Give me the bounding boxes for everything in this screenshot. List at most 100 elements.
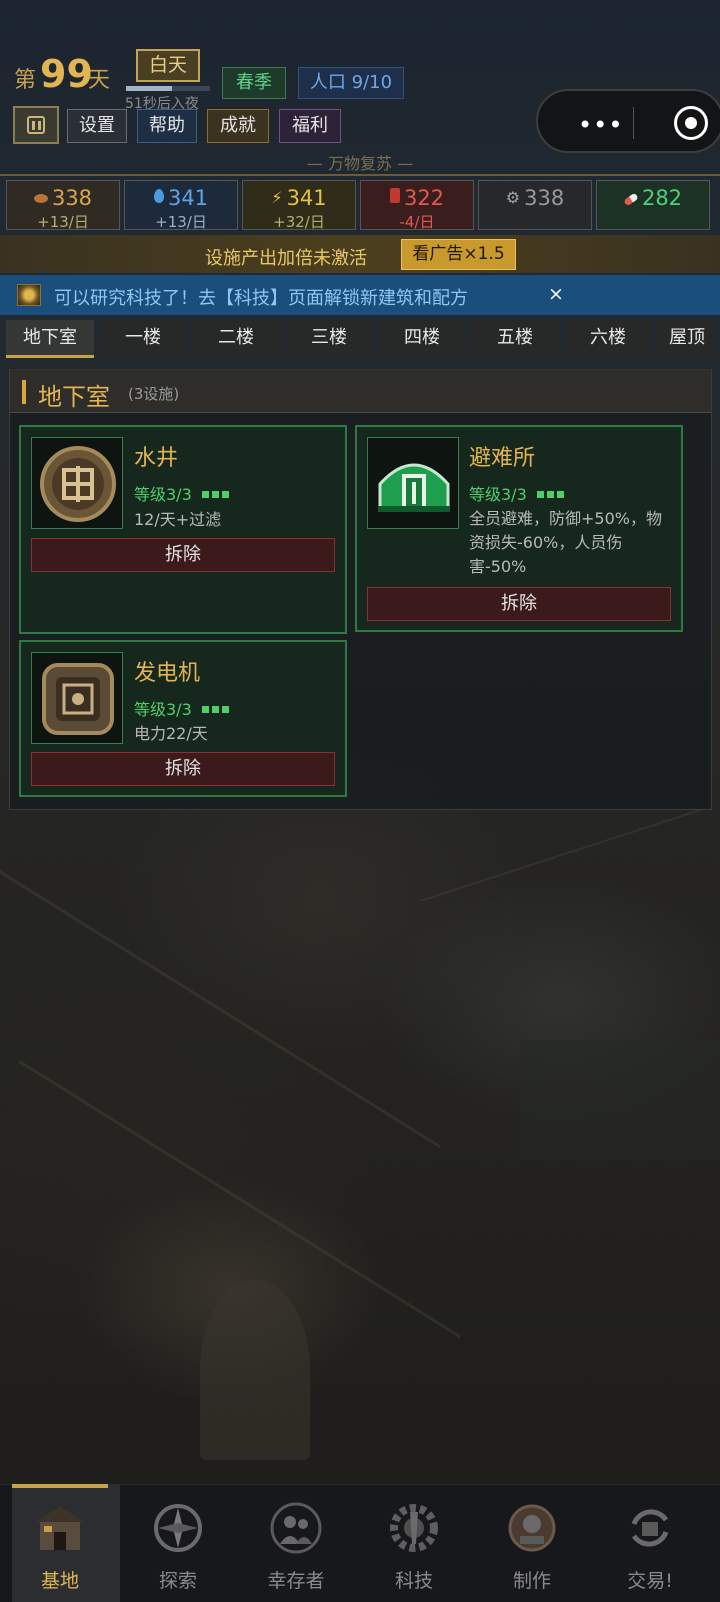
- facility-level: 等级3/3: [469, 481, 567, 505]
- survivors-icon[interactable]: [266, 1498, 326, 1558]
- capsule-divider: [633, 107, 634, 139]
- daytime-progress-bar: [126, 86, 210, 91]
- shelter-icon: [367, 437, 459, 529]
- craft-icon[interactable]: [502, 1498, 562, 1558]
- day-counter: 99: [40, 52, 93, 96]
- achievements-button[interactable]: 成就: [207, 109, 269, 143]
- medicine-icon: [623, 184, 639, 208]
- season-badge: 春季: [222, 67, 286, 99]
- nav-label[interactable]: 基地: [5, 1566, 115, 1593]
- facility-level-text: 等级3/3: [134, 485, 192, 504]
- background-scene: [420, 807, 706, 902]
- food-icon: [33, 184, 48, 208]
- resource-amount: 338: [524, 186, 565, 210]
- mini-program-capsule: •••: [536, 89, 720, 153]
- resource-rate: +13/日: [155, 213, 207, 231]
- day-suffix: 天: [88, 68, 111, 93]
- more-options-icon[interactable]: •••: [578, 111, 623, 139]
- facility-level: 等级3/3: [134, 696, 232, 720]
- resource-medicine: 282: [596, 180, 710, 230]
- header-divider: [0, 174, 720, 176]
- facility-level-text: 等级3/3: [469, 485, 527, 504]
- background-scene: [200, 1280, 310, 1460]
- floor-tab[interactable]: 屋顶: [657, 320, 717, 358]
- welfare-button[interactable]: 福利: [279, 109, 341, 143]
- facility-description: 全员避难，防御+50%，物资损失-60%，人员伤害-50%: [469, 509, 662, 576]
- floor-tab[interactable]: 六楼: [564, 320, 652, 358]
- floor-tab[interactable]: 二楼: [192, 320, 280, 358]
- nav-label[interactable]: 交易!: [595, 1566, 705, 1593]
- close-icon[interactable]: ×: [548, 283, 564, 305]
- panel-header: [10, 369, 711, 413]
- daytime-badge: 白天: [136, 49, 200, 82]
- pause-icon: [27, 116, 45, 134]
- energy-icon: ⚡: [271, 188, 283, 207]
- help-button[interactable]: 帮助: [137, 109, 197, 143]
- resource-water: 341 +13/日: [124, 180, 238, 231]
- floor-tab[interactable]: 四楼: [378, 320, 466, 358]
- nav-label[interactable]: 探索: [123, 1566, 233, 1593]
- daytime-progress-fill: [126, 86, 173, 91]
- water-icon: [153, 184, 164, 208]
- facility-description: 电力22/天: [134, 724, 208, 743]
- base-icon[interactable]: [30, 1498, 90, 1558]
- resource-value: ⚡ 341: [243, 184, 355, 210]
- resource-value: 338: [7, 184, 119, 210]
- close-mini-program-icon[interactable]: [674, 106, 708, 140]
- resource-amount: 282: [641, 186, 683, 210]
- resource-energy: ⚡ 341 +32/日: [242, 180, 356, 231]
- population-badge: 人口 9/10: [298, 67, 404, 99]
- resource-amount: 341: [286, 186, 327, 210]
- pause-button[interactable]: [13, 106, 59, 144]
- demolish-button[interactable]: 拆除: [31, 538, 335, 572]
- level-pips: [201, 483, 232, 502]
- level-pips: [536, 483, 567, 502]
- resource-amount: 338: [51, 186, 93, 210]
- resource-amount: 322: [403, 186, 445, 210]
- watch-ad-button[interactable]: 看广告×1.5: [401, 239, 516, 270]
- settings-button[interactable]: 设置: [67, 109, 127, 143]
- gear-icon: ⚙: [505, 188, 521, 207]
- resource-rate: +13/日: [37, 213, 89, 231]
- ad-banner-text: 设施产出加倍未激活: [205, 248, 367, 269]
- level-pips: [201, 698, 232, 717]
- demolish-button[interactable]: 拆除: [367, 587, 671, 621]
- resource-rate: +32/日: [273, 213, 325, 231]
- resource-amount: 341: [167, 186, 209, 210]
- research-icon: [17, 284, 41, 306]
- resource-gear: ⚙ 338: [478, 180, 592, 230]
- panel-accent-bar: [22, 380, 26, 404]
- research-banner-text[interactable]: 可以研究科技了！去【科技】页面解锁新建筑和配方: [54, 284, 468, 310]
- season-slogan: — 万物复苏 —: [306, 154, 414, 173]
- compass-icon[interactable]: [148, 1498, 208, 1558]
- tech-icon[interactable]: [384, 1498, 444, 1558]
- facility-level: 等级3/3: [134, 481, 232, 505]
- nav-label[interactable]: 幸存者: [241, 1566, 351, 1593]
- nav-label[interactable]: 科技: [359, 1566, 469, 1593]
- floor-tab[interactable]: 地下室: [6, 320, 94, 358]
- background-scene: [520, 1040, 720, 1160]
- resource-value: 341: [125, 184, 237, 210]
- facility-name: 水井: [134, 446, 179, 471]
- resource-value: 282: [597, 184, 709, 210]
- facility-count: (3设施): [128, 385, 180, 403]
- facility-name: 避难所: [469, 446, 536, 471]
- resource-rate: -4/日: [399, 213, 435, 231]
- facility-name: 发电机: [134, 661, 201, 686]
- facility-description: 12/天+过滤: [134, 510, 222, 529]
- facility-level-text: 等级3/3: [134, 700, 192, 719]
- trade-icon[interactable]: [620, 1498, 680, 1558]
- resource-food: 338 +13/日: [6, 180, 120, 231]
- panel-title: 地下室: [38, 383, 110, 411]
- resource-value: ⚙ 338: [479, 184, 591, 210]
- background-scene: [0, 870, 441, 1149]
- generator-icon: [31, 652, 123, 744]
- floor-tab[interactable]: 五楼: [471, 320, 559, 358]
- fuel-icon: [389, 184, 400, 208]
- nav-active-indicator: [12, 1484, 108, 1488]
- floor-tab[interactable]: 三楼: [285, 320, 373, 358]
- day-prefix: 第: [14, 68, 37, 93]
- nav-label[interactable]: 制作: [477, 1566, 587, 1593]
- floor-tab[interactable]: 一楼: [99, 320, 187, 358]
- demolish-button[interactable]: 拆除: [31, 752, 335, 786]
